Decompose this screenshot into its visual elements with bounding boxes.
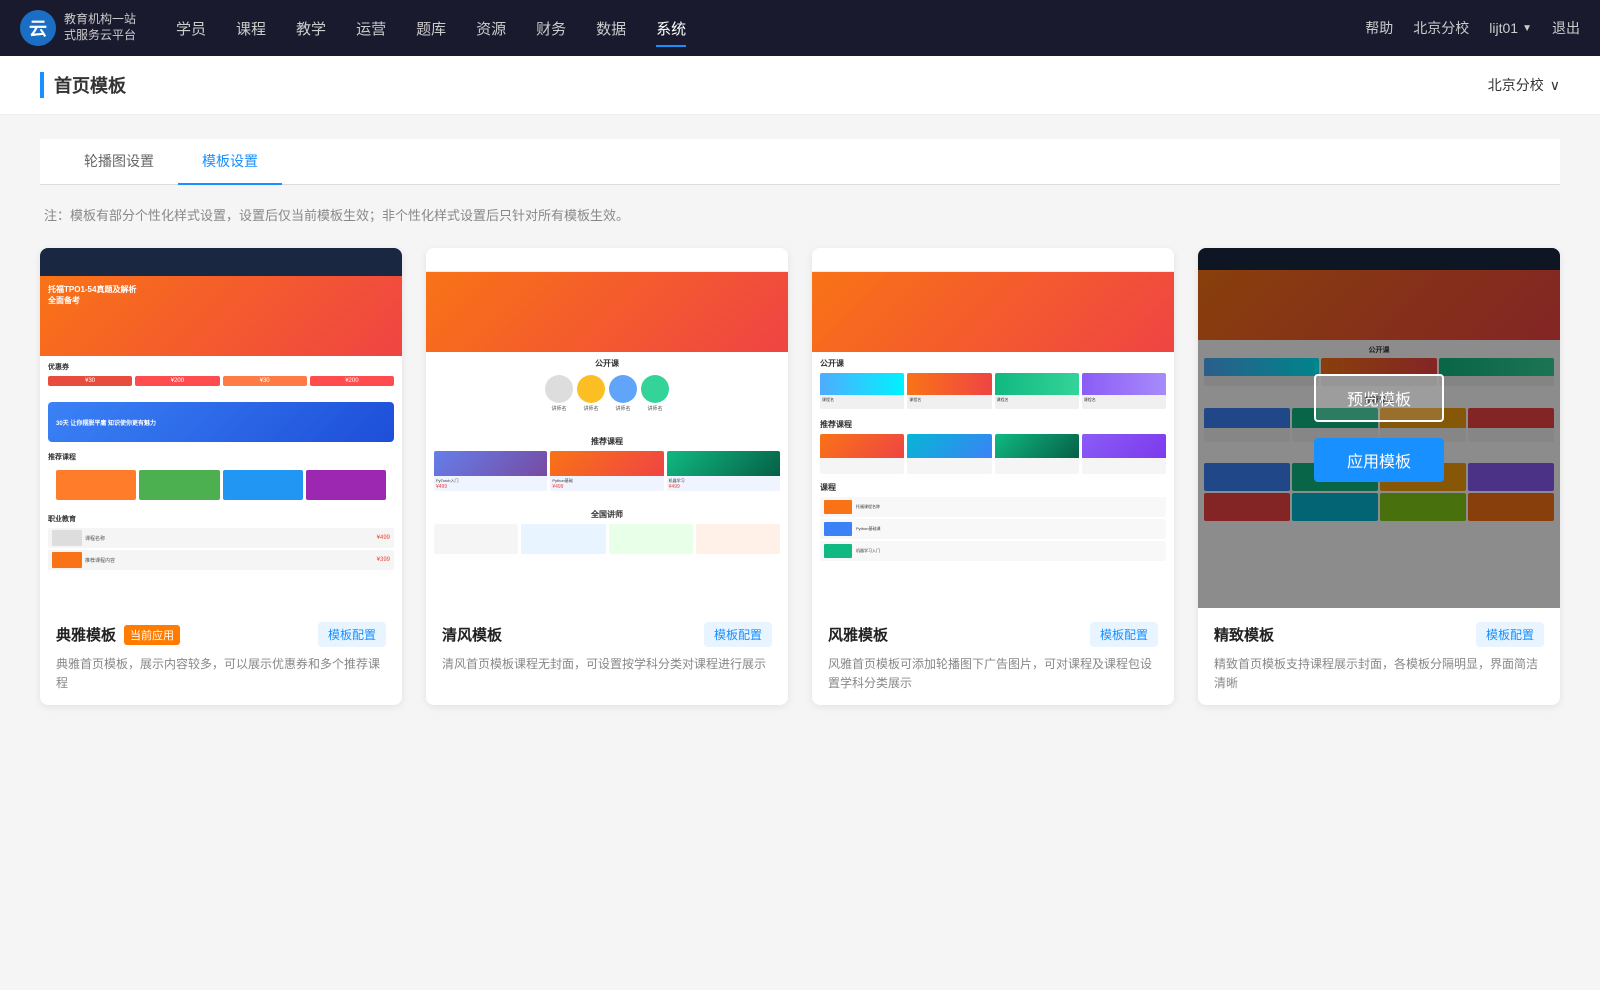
tab-bar: 轮播图设置 模板设置	[40, 139, 1560, 185]
page-header: 首页模板 北京分校 ∨	[0, 56, 1600, 115]
page-title: 首页模板	[40, 72, 126, 98]
card-desc-2: 清风首页模板课程无封面，可设置按学科分类对课程进行展示	[442, 655, 772, 674]
card-footer-2: 清风模板 模板配置 清风首页模板课程无封面，可设置按学科分类对课程进行展示	[426, 608, 788, 686]
nav-item-questions[interactable]: 题库	[416, 14, 446, 43]
logo-text: 教育机构一站 式服务云平台	[64, 12, 136, 43]
apply-button-4[interactable]: 应用模板	[1314, 438, 1444, 482]
navbar: 云 教育机构一站 式服务云平台 学员 课程 教学 运营 题库 资源 财务 数据 …	[0, 0, 1600, 56]
logo[interactable]: 云 教育机构一站 式服务云平台	[20, 10, 136, 46]
template-grid: 托福TPO1-54真题及解析全面备考 优惠券 ¥30 ¥200 ¥30 ¥200…	[40, 248, 1560, 705]
card-footer-4: 精致模板 模板配置 精致首页模板支持课程展示封面，各模板分隔明显，界面简洁清晰	[1198, 608, 1560, 705]
logout-link[interactable]: 退出	[1552, 18, 1580, 38]
template-preview-4: 公开课 推荐课程	[1198, 248, 1560, 608]
tab-carousel[interactable]: 轮播图设置	[60, 139, 178, 185]
help-link[interactable]: 帮助	[1365, 18, 1393, 38]
branch-link[interactable]: 北京分校	[1413, 18, 1469, 38]
nav-item-data[interactable]: 数据	[596, 14, 626, 43]
nav-item-resources[interactable]: 资源	[476, 14, 506, 43]
nav-item-finance[interactable]: 财务	[536, 14, 566, 43]
template-card-3: 公开课 课程名 课程名 课	[812, 248, 1174, 705]
card-name-1: 典雅模板	[56, 624, 116, 645]
template-overlay-4: 预览模板 应用模板	[1198, 248, 1560, 608]
nav-item-system[interactable]: 系统	[656, 14, 686, 43]
user-dropdown-arrow: ▼	[1522, 23, 1532, 34]
main-content: 轮播图设置 模板设置 注：模板有部分个性化样式设置，设置后仅当前模板生效；非个性…	[0, 115, 1600, 729]
preview-button-4[interactable]: 预览模板	[1314, 374, 1444, 422]
config-button-4[interactable]: 模板配置	[1476, 622, 1544, 647]
template-card-2: 公开课 讲师名 讲师名 讲	[426, 248, 788, 705]
tab-template[interactable]: 模板设置	[178, 139, 282, 185]
badge-current-1: 当前应用	[124, 625, 180, 645]
card-desc-1: 典雅首页模板，展示内容较多，可以展示优惠券和多个推荐课程	[56, 655, 386, 693]
config-button-1[interactable]: 模板配置	[318, 622, 386, 647]
template-card-1: 托福TPO1-54真题及解析全面备考 优惠券 ¥30 ¥200 ¥30 ¥200…	[40, 248, 402, 705]
nav-item-courses[interactable]: 课程	[236, 14, 266, 43]
template-preview-1: 托福TPO1-54真题及解析全面备考 优惠券 ¥30 ¥200 ¥30 ¥200…	[40, 248, 402, 608]
card-name-2: 清风模板	[442, 624, 502, 645]
note-text: 注：模板有部分个性化样式设置，设置后仅当前模板生效；非个性化样式设置后只针对所有…	[40, 205, 1560, 224]
nav-item-operations[interactable]: 运营	[356, 14, 386, 43]
branch-selector-label: 北京分校	[1488, 75, 1544, 95]
card-desc-4: 精致首页模板支持课程展示封面，各模板分隔明显，界面简洁清晰	[1214, 655, 1544, 693]
nav-item-teaching[interactable]: 教学	[296, 14, 326, 43]
card-desc-3: 风雅首页模板可添加轮播图下广告图片，可对课程及课程包设置学科分类展示	[828, 655, 1158, 693]
card-name-3: 风雅模板	[828, 624, 888, 645]
card-footer-3: 风雅模板 模板配置 风雅首页模板可添加轮播图下广告图片，可对课程及课程包设置学科…	[812, 608, 1174, 705]
branch-selector[interactable]: 北京分校 ∨	[1488, 75, 1560, 95]
nav-right: 帮助 北京分校 lijt01 ▼ 退出	[1365, 18, 1580, 38]
branch-selector-arrow: ∨	[1550, 77, 1560, 94]
nav-item-students[interactable]: 学员	[176, 14, 206, 43]
config-button-3[interactable]: 模板配置	[1090, 622, 1158, 647]
user-menu[interactable]: lijt01 ▼	[1489, 20, 1532, 36]
nav-menu: 学员 课程 教学 运营 题库 资源 财务 数据 系统	[176, 14, 1365, 43]
template-preview-2: 公开课 讲师名 讲师名 讲	[426, 248, 788, 608]
card-footer-1: 典雅模板 当前应用 模板配置 典雅首页模板，展示内容较多，可以展示优惠券和多个推…	[40, 608, 402, 705]
username: lijt01	[1489, 20, 1518, 36]
card-name-4: 精致模板	[1214, 624, 1274, 645]
logo-icon: 云	[20, 10, 56, 46]
config-button-2[interactable]: 模板配置	[704, 622, 772, 647]
template-card-4: 公开课 推荐课程	[1198, 248, 1560, 705]
template-preview-3: 公开课 课程名 课程名 课	[812, 248, 1174, 608]
